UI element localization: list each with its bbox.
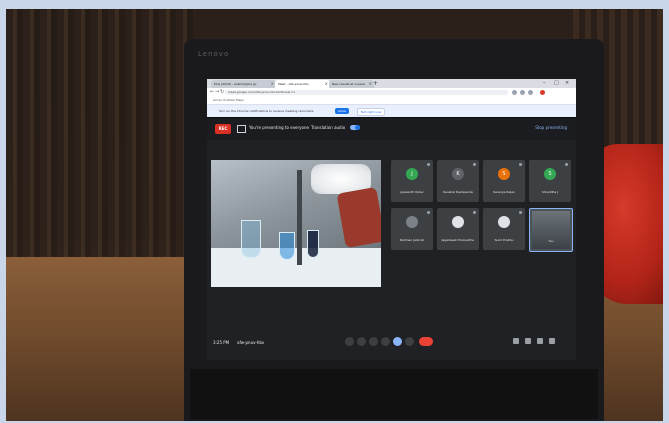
- meeting-code: ofw-pnuv-hbv: [237, 340, 265, 345]
- mic-off-icon: [427, 211, 430, 214]
- mic-icon[interactable]: [345, 337, 354, 346]
- tab-label: Meet - ofw-pnuv-hbv: [278, 82, 309, 86]
- participant-tile[interactable]: Sunil Prabhu: [483, 208, 525, 250]
- participant-name: Jagadeesh Pranavithu: [441, 238, 475, 242]
- laptop-screen: Plus (2018) - shakira@lcs.gc × Meet - of…: [207, 79, 576, 360]
- activities-icon[interactable]: [549, 338, 555, 344]
- bookshelf: [6, 9, 196, 259]
- mic-off-icon: [473, 163, 476, 166]
- avatar: S: [498, 168, 510, 180]
- tab-label: New results at oceans: [332, 82, 366, 86]
- info-icon[interactable]: [513, 338, 519, 344]
- laptop-bezel: [190, 369, 598, 419]
- more-options-icon[interactable]: [405, 337, 414, 346]
- notification-text: Turn on the Chrome notifications to rece…: [219, 109, 314, 113]
- close-icon[interactable]: ×: [271, 80, 274, 88]
- extension-icon[interactable]: [512, 90, 517, 95]
- raise-hand-icon[interactable]: [381, 337, 390, 346]
- burette-stand: [297, 170, 302, 265]
- meet-window: REC You're presenting to everyone Transl…: [207, 118, 576, 360]
- participant-tile[interactable]: S Saranya Rajan: [483, 160, 525, 202]
- avatar: [452, 216, 464, 228]
- close-icon[interactable]: ×: [369, 80, 372, 88]
- avatar: J: [406, 168, 418, 180]
- meeting-control-bar: 3:25 PM ofw-pnuv-hbv: [207, 330, 576, 360]
- participant-grid: J Jaswanth Yadav K Kaushal Deshpande S S…: [391, 160, 573, 286]
- participant-tile[interactable]: K Kaushal Deshpande: [437, 160, 479, 202]
- present-now-icon[interactable]: [393, 337, 402, 346]
- recording-badge: REC: [215, 124, 231, 134]
- end-call-button[interactable]: [419, 337, 433, 346]
- participant-name: Sunil Prabhu: [494, 238, 514, 242]
- allow-button[interactable]: Allow: [335, 108, 350, 114]
- url-input[interactable]: meet.google.com/ofw-pnuv-hbv?authuser=1: [225, 90, 508, 95]
- toggle-knob: [355, 125, 360, 130]
- forward-icon[interactable]: →: [215, 88, 219, 97]
- bottle-dark: [307, 230, 319, 258]
- captions-icon[interactable]: [369, 337, 378, 346]
- mic-off-icon: [565, 163, 568, 166]
- minimize-icon[interactable]: –: [543, 79, 546, 88]
- presenting-text: You're presenting to everyone: [249, 125, 309, 130]
- translation-label: Translation audio: [311, 125, 346, 130]
- address-bar: ← → ↻ meet.google.com/ofw-pnuv-hbv?authu…: [207, 88, 576, 97]
- translation-toggle[interactable]: [350, 125, 360, 130]
- participant-tile[interactable]: Rahman Jalal Ali: [391, 208, 433, 250]
- participant-tile[interactable]: S Shraddha J: [529, 160, 571, 202]
- present-screen-icon: [237, 125, 246, 133]
- mic-off-icon: [427, 163, 430, 166]
- self-view-tile[interactable]: You: [529, 208, 573, 252]
- chat-icon[interactable]: [537, 338, 543, 344]
- camera-icon[interactable]: [357, 337, 366, 346]
- people-icon[interactable]: [525, 338, 531, 344]
- stop-presenting-button[interactable]: Stop presenting: [535, 125, 567, 130]
- participant-name: Kaushal Deshpande: [443, 190, 473, 194]
- participant-name: Saranya Rajan: [493, 190, 515, 194]
- laptop: Lenovo Plus (2018) - shakira@lcs.gc × Me…: [184, 39, 604, 421]
- room-scene: Lenovo Plus (2018) - shakira@lcs.gc × Me…: [6, 9, 663, 421]
- avatar: S: [544, 168, 556, 180]
- extension-icon[interactable]: [528, 90, 533, 95]
- tab-label: Plus (2018) - shakira@lcs.gc: [214, 82, 257, 86]
- back-icon[interactable]: ←: [210, 88, 214, 97]
- avatar: [498, 216, 510, 228]
- participant-name: Jaswanth Yadav: [400, 190, 424, 194]
- extension-icons: [512, 90, 572, 95]
- browser-tab[interactable]: New results at oceans ×: [329, 80, 374, 88]
- flask-blue: [279, 232, 295, 260]
- mic-off-icon: [519, 163, 522, 166]
- browser-tab-active[interactable]: Meet - ofw-pnuv-hbv ×: [275, 80, 330, 88]
- participant-name: You: [548, 239, 554, 243]
- self-camera-video: [532, 211, 570, 249]
- photo-frame: Lenovo Plus (2018) - shakira@lcs.gc × Me…: [0, 0, 669, 423]
- meeting-time: 3:25 PM: [213, 340, 230, 345]
- participant-tile[interactable]: Jagadeesh Pranavithu: [437, 208, 479, 250]
- participant-name: Shraddha J: [541, 190, 559, 194]
- notification-banner: Turn on the Chrome notifications to rece…: [207, 105, 576, 117]
- mic-off-icon: [519, 211, 522, 214]
- browser-tab[interactable]: Plus (2018) - shakira@lcs.gc ×: [211, 80, 276, 88]
- lab-bench: [211, 248, 381, 287]
- participant-name: Rahman Jalal Ali: [399, 238, 425, 242]
- browser-tab-strip: Plus (2018) - shakira@lcs.gc × Meet - of…: [207, 79, 576, 88]
- close-window-icon[interactable]: ×: [565, 79, 569, 88]
- extension-icon[interactable]: [520, 90, 525, 95]
- profile-avatar-icon[interactable]: [540, 90, 545, 95]
- reload-icon[interactable]: ↻: [220, 88, 224, 97]
- avatar: [406, 216, 418, 228]
- close-icon[interactable]: ×: [325, 80, 328, 88]
- new-tab-icon[interactable]: +: [373, 79, 378, 88]
- mic-off-icon: [473, 211, 476, 214]
- bookmarks-bar[interactable]: Gmail YouTube Maps: [207, 97, 576, 105]
- presenting-banner: REC You're presenting to everyone Transl…: [207, 118, 576, 140]
- avatar: K: [452, 168, 464, 180]
- maximize-icon[interactable]: □: [554, 79, 559, 88]
- laptop-brand-label: Lenovo: [198, 50, 230, 58]
- beaker: [241, 220, 261, 258]
- not-now-button[interactable]: Not right now: [357, 108, 386, 116]
- shared-screen-video: [211, 160, 381, 287]
- participant-tile[interactable]: J Jaswanth Yadav: [391, 160, 433, 202]
